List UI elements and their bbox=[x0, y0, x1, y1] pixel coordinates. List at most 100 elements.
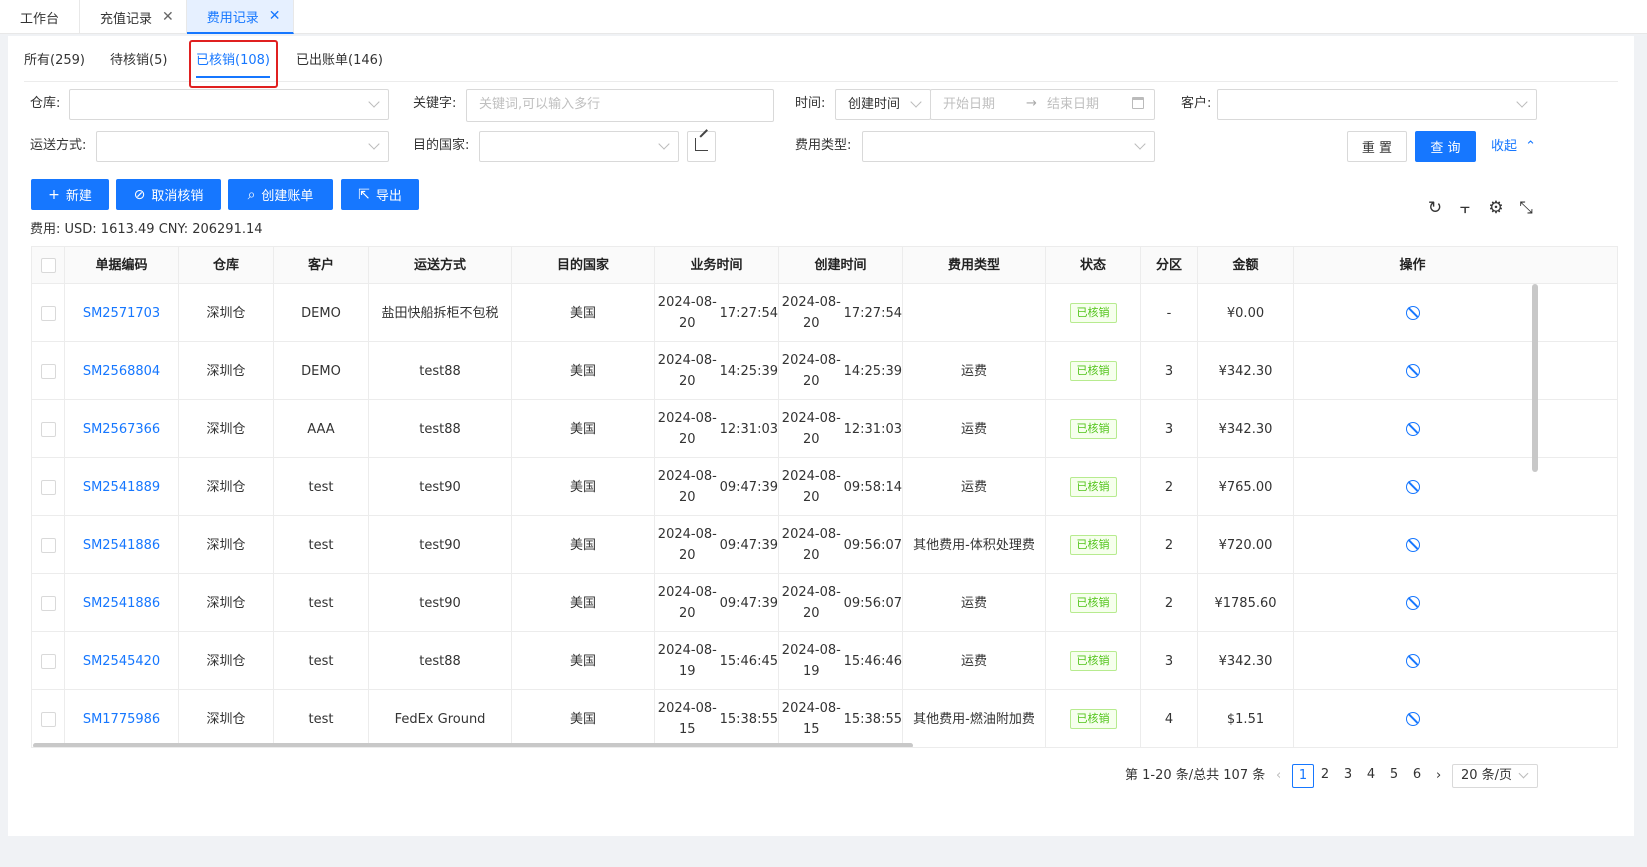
page-button-1[interactable]: 1 bbox=[1292, 764, 1314, 788]
fee-type-select[interactable] bbox=[862, 131, 1155, 162]
cell-actions bbox=[1294, 516, 1531, 574]
column-header: 创建时间 bbox=[779, 247, 903, 284]
cell-country-text: 美国 bbox=[569, 363, 596, 379]
row-checkbox[interactable] bbox=[40, 653, 56, 669]
create-bill-button[interactable]: ⌕ 创建账单 bbox=[228, 179, 333, 210]
reset-button[interactable]: 重 置 bbox=[1347, 131, 1407, 162]
row-checkbox[interactable] bbox=[40, 711, 56, 727]
row-checkbox[interactable] bbox=[40, 537, 56, 553]
cell-code-text[interactable]: SM2545420 bbox=[83, 651, 160, 672]
page-button-2[interactable]: 2 bbox=[1314, 764, 1336, 788]
cell-shipping-text: test88 bbox=[419, 653, 461, 669]
cell-actions bbox=[1294, 400, 1531, 458]
cell-code-text[interactable]: SM2541889 bbox=[83, 477, 160, 498]
cell-zone-text: 2 bbox=[1164, 595, 1174, 611]
cell-code-text[interactable]: SM2567366 bbox=[83, 419, 160, 440]
cell-customer: test bbox=[274, 516, 369, 574]
cell-actions bbox=[1294, 574, 1531, 632]
cell-warehouse-text: 深圳仓 bbox=[206, 363, 246, 379]
column-header: 仓库 bbox=[179, 247, 274, 284]
cell-fee-type-text: 运费 bbox=[960, 421, 987, 437]
cell-code-text[interactable]: SM2568804 bbox=[83, 361, 160, 382]
cell-warehouse: 深圳仓 bbox=[179, 342, 274, 400]
density-icon[interactable]: ⫟ bbox=[1455, 198, 1475, 218]
country-select[interactable] bbox=[479, 131, 679, 162]
select-all-checkbox[interactable] bbox=[40, 258, 56, 273]
cell-shipping: test88 bbox=[369, 632, 512, 690]
fullscreen-icon[interactable]: ⤡ bbox=[1516, 198, 1536, 218]
page-button-3[interactable]: 3 bbox=[1337, 764, 1359, 788]
page-button-5[interactable]: 5 bbox=[1383, 764, 1405, 788]
cell-zone-text: 4 bbox=[1164, 711, 1174, 727]
vertical-scrollbar[interactable] bbox=[1532, 284, 1538, 472]
page-tab-recharge[interactable]: 充值记录 ✕ bbox=[80, 0, 187, 34]
refresh-icon[interactable]: ↻ bbox=[1425, 198, 1445, 218]
export-button[interactable]: ⇱ 导出 bbox=[341, 179, 419, 210]
query-button[interactable]: 查 询 bbox=[1415, 131, 1476, 162]
calendar-icon bbox=[1132, 97, 1144, 109]
next-page-icon[interactable]: › bbox=[1436, 764, 1441, 788]
row-checkbox[interactable] bbox=[40, 363, 56, 379]
cell-code[interactable]: SM2545420 bbox=[65, 632, 179, 690]
cell-code[interactable]: SM2541886 bbox=[65, 516, 179, 574]
cancel-verify-icon[interactable] bbox=[1405, 364, 1420, 378]
cell-code[interactable]: SM2571703 bbox=[65, 284, 179, 342]
highlight-annotation bbox=[189, 40, 278, 88]
cell-code-text[interactable]: SM2571703 bbox=[83, 303, 160, 324]
gear-icon[interactable]: ⚙ bbox=[1486, 198, 1506, 218]
keyword-textarea[interactable]: 关键词,可以输入多行 bbox=[466, 89, 774, 122]
page-tab-fee-records[interactable]: 费用记录 ✕ bbox=[186, 0, 294, 34]
page-size-select[interactable]: 20 条/页 bbox=[1452, 764, 1538, 788]
cell-code-text[interactable]: SM1775986 bbox=[83, 709, 160, 730]
cell-code[interactable]: SM2541886 bbox=[65, 574, 179, 632]
customer-select[interactable] bbox=[1217, 89, 1537, 120]
country-edit-button[interactable] bbox=[687, 129, 716, 162]
cell-customer-text: AAA bbox=[307, 421, 335, 437]
cancel-verify-icon[interactable] bbox=[1405, 306, 1420, 320]
date-range-picker[interactable]: 开始日期 → 结束日期 bbox=[930, 89, 1155, 120]
cell-amount: $1.51 bbox=[1198, 690, 1294, 747]
close-icon[interactable]: ✕ bbox=[269, 8, 281, 24]
cell-status: 已核销 bbox=[1046, 632, 1141, 690]
cancel-verify-icon[interactable] bbox=[1405, 712, 1420, 726]
page-button-6[interactable]: 6 bbox=[1406, 764, 1428, 788]
warehouse-select[interactable] bbox=[69, 89, 389, 120]
cell-code-text[interactable]: SM2541886 bbox=[83, 535, 160, 556]
row-checkbox[interactable] bbox=[40, 479, 56, 495]
cell-code[interactable]: SM1775986 bbox=[65, 690, 179, 747]
cell-create-time: 2024-08-20 12:31:03 bbox=[779, 400, 903, 458]
page-tab-label: 费用记录 bbox=[206, 10, 259, 26]
new-button[interactable]: + 新建 bbox=[31, 179, 109, 210]
prev-page-icon[interactable]: ‹ bbox=[1276, 764, 1281, 788]
page-tab-workbench[interactable]: 工作台 bbox=[0, 0, 81, 34]
close-icon[interactable]: ✕ bbox=[162, 9, 174, 25]
row-checkbox[interactable] bbox=[40, 595, 56, 611]
shipping-select[interactable] bbox=[96, 131, 389, 162]
date-text: 2024-08-20 bbox=[781, 469, 841, 505]
tab-label: 待核销(5) bbox=[110, 53, 168, 68]
cell-amount: ¥0.00 bbox=[1198, 284, 1294, 342]
cell-warehouse: 深圳仓 bbox=[179, 690, 274, 747]
cell-code[interactable]: SM2567366 bbox=[65, 400, 179, 458]
cell-code[interactable]: SM2568804 bbox=[65, 342, 179, 400]
cell-code-text[interactable]: SM2541886 bbox=[83, 593, 160, 614]
cancel-verify-button[interactable]: ⊘ 取消核销 bbox=[116, 179, 221, 210]
collapse-toggle[interactable]: 收起 ⌃ bbox=[1491, 131, 1536, 162]
page-button-4[interactable]: 4 bbox=[1360, 764, 1382, 788]
time-text: 09:47:39 bbox=[719, 537, 778, 553]
cancel-verify-icon[interactable] bbox=[1405, 480, 1420, 494]
horizontal-scrollbar[interactable] bbox=[33, 743, 913, 747]
cell-code[interactable]: SM2541889 bbox=[65, 458, 179, 516]
cancel-verify-icon[interactable] bbox=[1405, 422, 1420, 436]
tab-all[interactable]: 所有(259) bbox=[24, 44, 85, 82]
tab-billed[interactable]: 已出账单(146) bbox=[296, 44, 383, 82]
cancel-verify-icon[interactable] bbox=[1405, 654, 1420, 668]
cancel-verify-icon[interactable] bbox=[1405, 538, 1420, 552]
cell-zone: - bbox=[1141, 284, 1198, 342]
row-checkbox[interactable] bbox=[40, 421, 56, 437]
cancel-verify-icon[interactable] bbox=[1405, 596, 1420, 610]
tab-pending[interactable]: 待核销(5) bbox=[110, 44, 167, 82]
cell-shipping-text: test88 bbox=[419, 363, 461, 379]
time-type-select[interactable]: 创建时间 bbox=[835, 89, 931, 120]
row-checkbox[interactable] bbox=[40, 305, 56, 321]
